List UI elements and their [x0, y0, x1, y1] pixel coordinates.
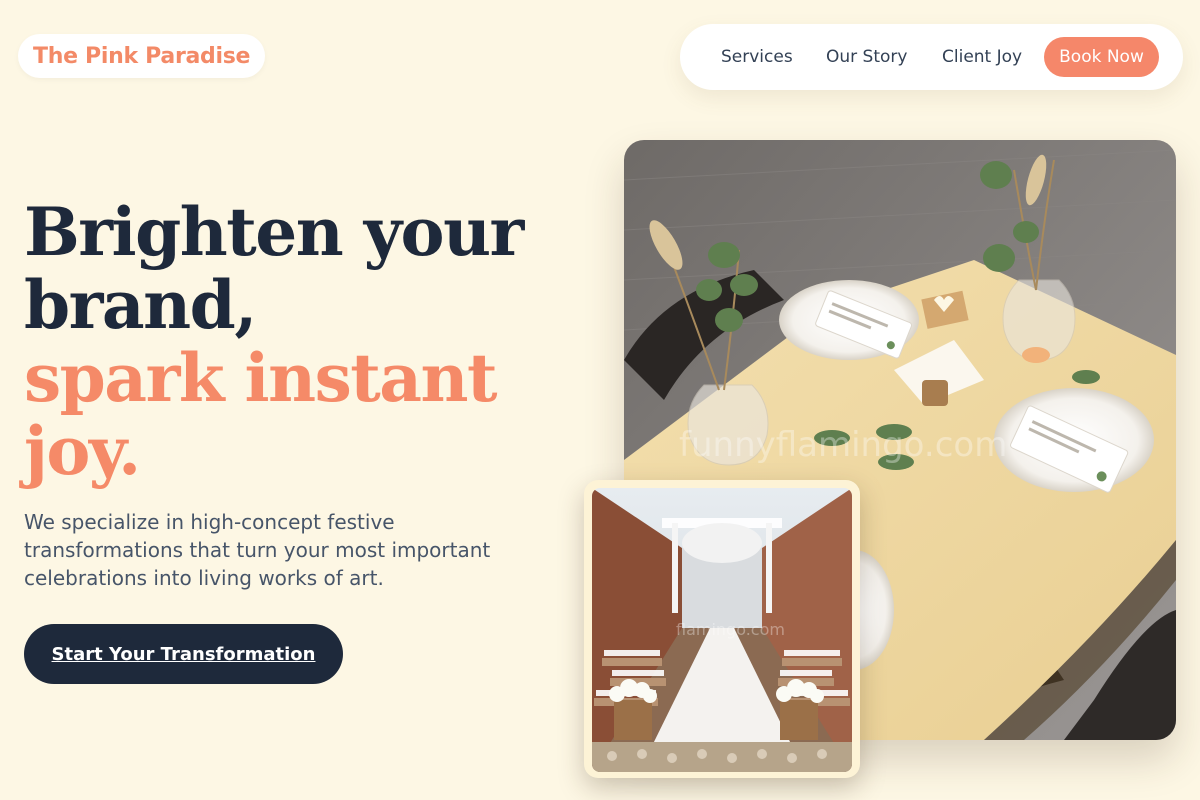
nav-item-client-joy[interactable]: Client Joy	[942, 24, 1022, 90]
brand-name: The Pink Paradise	[33, 43, 251, 69]
brand-logo[interactable]: The Pink Paradise	[18, 34, 266, 78]
ceremony-aisle-image	[592, 488, 852, 772]
hero-title: Brighten your brand, spark instant joy.	[24, 196, 564, 488]
ceremony-image-card: flamingo.com	[584, 480, 860, 778]
hero-title-line: brand,	[24, 266, 257, 344]
hero-description: We specialize in high-concept festive tr…	[24, 510, 491, 590]
main-nav: Services Our Story Client Joy Book Now	[680, 24, 1183, 90]
nav-item-our-story[interactable]: Our Story	[826, 24, 907, 90]
hero-title-accent-line: spark instant	[24, 339, 498, 417]
book-now-button[interactable]: Book Now	[1044, 37, 1159, 77]
nav-item-services[interactable]: Services	[721, 24, 793, 90]
hero-title-accent-line: joy.	[24, 412, 141, 490]
hero-title-line: Brighten your	[24, 193, 524, 271]
start-transformation-button[interactable]: Start Your Transformation	[24, 624, 343, 684]
